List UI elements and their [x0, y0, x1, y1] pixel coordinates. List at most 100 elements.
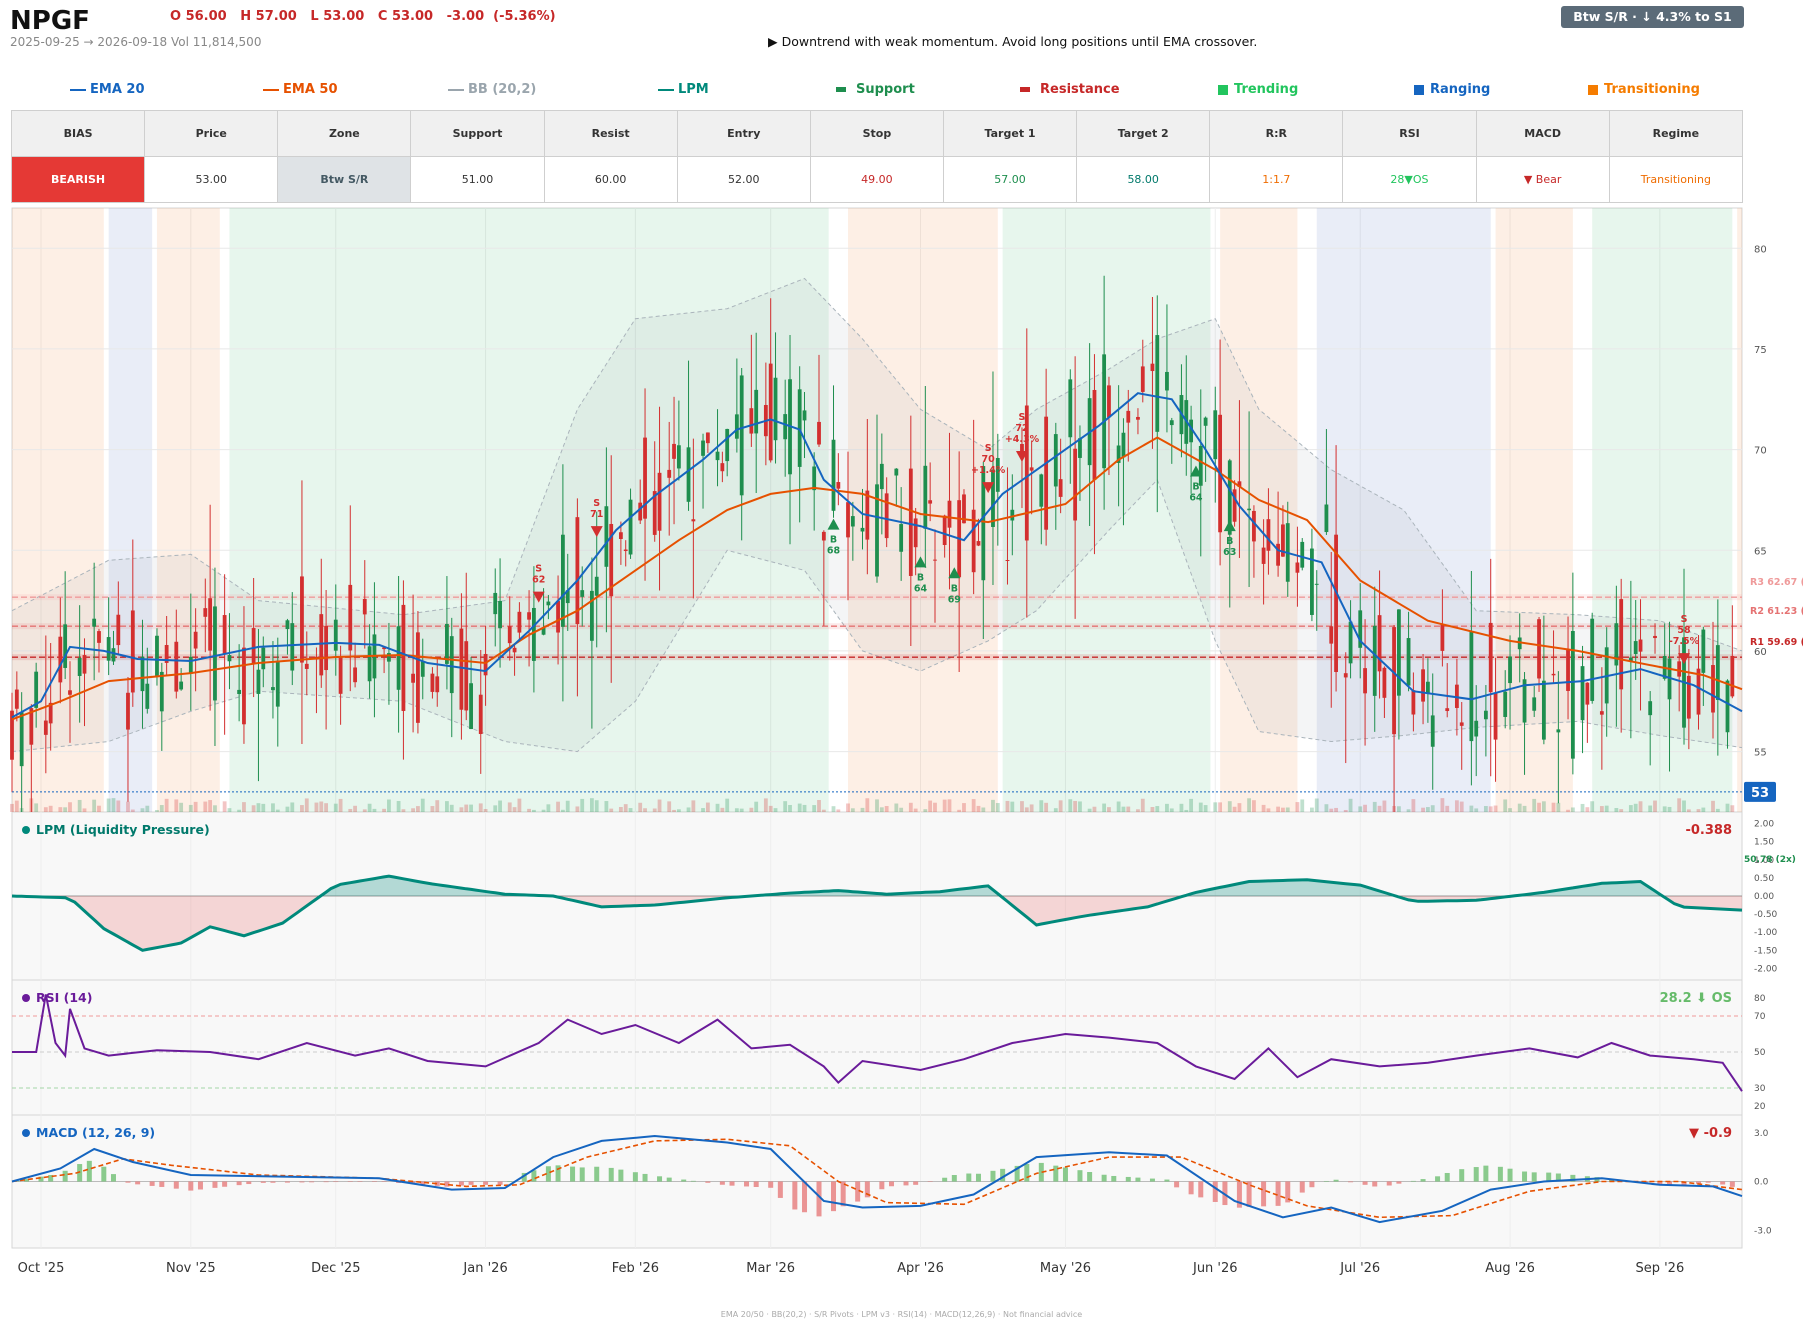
signal-label: 63: [1223, 547, 1236, 558]
x-tick-label: Jan '26: [462, 1261, 507, 1276]
volume-bar: [97, 805, 101, 812]
volume-bar: [594, 800, 599, 812]
macd-histogram-bar: [212, 1181, 218, 1188]
volume-bar: [734, 808, 739, 812]
candle-body-down: [1653, 635, 1657, 639]
cell-stop: 49.00: [809, 156, 944, 203]
legend-swatch: [1588, 84, 1598, 95]
macd-histogram-bar: [236, 1181, 242, 1186]
candle-body-up: [493, 592, 498, 615]
macd-histogram-bar: [371, 1181, 377, 1182]
macd-histogram-bar: [531, 1170, 537, 1182]
volume-bar: [271, 803, 275, 812]
volume-bar: [300, 805, 304, 812]
volume-bar: [556, 801, 560, 812]
candle-body-down: [836, 482, 841, 489]
volume-bar: [1295, 802, 1300, 812]
candle-body-down: [1411, 690, 1416, 715]
cell-bias: BEARISH: [10, 156, 146, 203]
candle-body-up: [531, 607, 536, 661]
candle-body-up: [271, 687, 275, 691]
candle-body-up: [783, 414, 788, 440]
candle-body-down: [556, 600, 560, 633]
volume-bar: [106, 798, 111, 812]
volume-bar: [493, 805, 498, 812]
volume-bar: [362, 809, 367, 812]
volume-bar: [29, 798, 34, 812]
candle-body-up: [290, 623, 295, 671]
candle-body-up: [469, 683, 473, 730]
cell-zone: Btw S/R: [277, 156, 412, 203]
volume-bar: [1372, 801, 1377, 812]
volume-bar: [1493, 805, 1498, 812]
volume-bar: [188, 804, 193, 812]
table-header-row: BIAS Price Zone Support Resist Entry Stop Targe…: [10, 110, 1744, 157]
cell-r-r: 1:1.7: [1209, 156, 1344, 203]
cell-rsi: 28▼OS: [1342, 156, 1477, 203]
candle-body-up: [396, 626, 401, 690]
volume-bar: [285, 806, 290, 812]
candle-body-up: [1396, 609, 1401, 696]
volume-bar: [928, 800, 933, 812]
lpm-title: LPM (Liquidity Pressure): [36, 822, 210, 837]
candle-body-up: [498, 600, 502, 629]
macd-tick-label: 3.0: [1754, 1129, 1769, 1139]
volume-bar: [672, 809, 676, 812]
macd-histogram-bar: [632, 1172, 638, 1182]
volume-bar: [725, 798, 730, 812]
macd-histogram-bar: [1396, 1181, 1402, 1184]
volume-bar: [817, 800, 821, 812]
legend-swatch: [1218, 84, 1228, 95]
volume-bar: [652, 808, 657, 812]
x-tick-label: Oct '25: [18, 1261, 65, 1276]
col-header-target-1: Target 1: [942, 110, 1078, 157]
candle-body-down: [1638, 639, 1643, 652]
volume-bar: [1092, 806, 1097, 812]
macd-histogram-bar: [792, 1181, 798, 1210]
volume-bar: [546, 804, 551, 812]
volume-bar: [1005, 800, 1010, 812]
volume-bar: [1730, 805, 1735, 812]
volume-bar: [193, 801, 198, 812]
candle-body-up: [420, 661, 425, 677]
candle-body-down: [1150, 363, 1155, 372]
volume-bar: [1247, 798, 1251, 812]
macd-histogram-bar: [86, 1160, 92, 1182]
volume-bar: [203, 801, 208, 812]
volume-bar: [1261, 804, 1266, 812]
macd-histogram-bar: [458, 1181, 464, 1186]
volume-bar: [1285, 807, 1290, 812]
volume-bar: [1541, 801, 1546, 812]
volume-bar: [1184, 809, 1189, 812]
candle-body-up: [449, 636, 454, 694]
volume-bar: [1053, 808, 1058, 812]
macd-histogram-bar: [802, 1181, 808, 1213]
volume-bar: [314, 802, 319, 812]
candle-body-down: [1711, 665, 1715, 713]
candle-body-down: [174, 641, 179, 692]
volume-bar: [1232, 806, 1237, 812]
candle-body-up: [879, 463, 884, 490]
candle-body-down: [1537, 619, 1541, 679]
volume-bar: [1029, 804, 1034, 812]
volume-bar: [1503, 799, 1508, 812]
candle-body-up: [188, 656, 193, 674]
candle-body-up: [140, 656, 145, 692]
macd-histogram-bar: [1164, 1179, 1170, 1182]
candle-body-up: [106, 637, 111, 661]
candle-body-up: [1532, 697, 1537, 711]
macd-histogram-bar: [1062, 1167, 1068, 1182]
candle-body-up: [445, 623, 449, 664]
lpm-tick-label: -1.00: [1754, 928, 1778, 938]
volume-bar: [1107, 807, 1111, 812]
candle-body-down: [1329, 626, 1334, 644]
level-label: R3 62.67 (18x): [1750, 577, 1803, 588]
candle-body-down: [575, 517, 580, 625]
candle-body-down: [1488, 622, 1493, 693]
lpm-tick-label: 0.50: [1754, 874, 1774, 884]
candle-body-up: [739, 375, 744, 496]
volume-bar: [1580, 803, 1585, 812]
volume-bar: [575, 806, 580, 812]
candle-body-down: [638, 502, 643, 521]
x-tick-label: May '26: [1040, 1261, 1091, 1276]
